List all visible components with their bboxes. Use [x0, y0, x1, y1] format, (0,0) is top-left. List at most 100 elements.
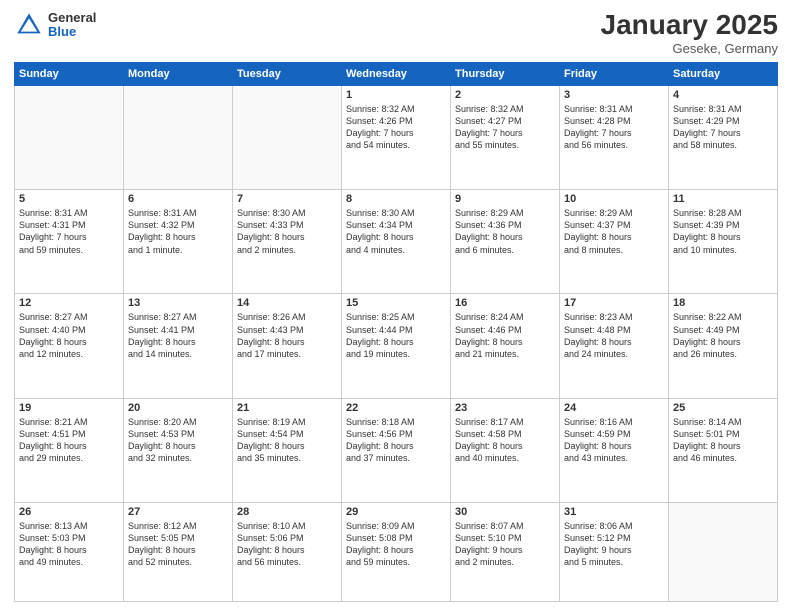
day-details: Sunrise: 8:16 AM Sunset: 4:59 PM Dayligh… — [564, 416, 664, 465]
table-row: 1 Sunrise: 8:32 AM Sunset: 4:26 PM Daylig… — [342, 85, 451, 189]
col-friday: Friday — [560, 62, 669, 85]
table-row: 17 Sunrise: 8:23 AM Sunset: 4:48 PM Dayli… — [560, 294, 669, 398]
day-number: 21 — [237, 402, 337, 414]
day-number: 11 — [673, 193, 773, 205]
day-number: 2 — [455, 89, 555, 101]
logo: General Blue — [14, 10, 96, 40]
table-row: 15Sunrise: 8:25 AM Sunset: 4:44 PM Dayli… — [342, 294, 451, 398]
day-number: 29 — [346, 506, 446, 518]
table-row: 19 Sunrise: 8:21 AM Sunset: 4:51 PM Dayli… — [15, 398, 124, 502]
table-row: 14 Sunrise: 8:26 AM Sunset: 4:43 PM Dayli… — [233, 294, 342, 398]
day-details: Sunrise: 8:07 AM Sunset: 5:10 PM Dayligh… — [455, 520, 555, 569]
day-number: 17 — [564, 297, 664, 309]
day-details: Sunrise: 8:06 AM Sunset: 5:12 PM Dayligh… — [564, 520, 664, 569]
table-row: 4 Sunrise: 8:31 AM Sunset: 4:29 PM Daylig… — [669, 85, 778, 189]
table-row: 20 Sunrise: 8:20 AM Sunset: 4:53 PM Dayli… — [124, 398, 233, 502]
day-number: 20 — [128, 402, 228, 414]
day-number: 7 — [237, 193, 337, 205]
day-details: Sunrise: 8:22 AM Sunset: 4:49 PM Dayligh… — [673, 311, 773, 360]
day-number: 6 — [128, 193, 228, 205]
calendar-title: January 2025 — [601, 10, 778, 41]
col-wednesday: Wednesday — [342, 62, 451, 85]
day-number: 25 — [673, 402, 773, 414]
table-row: 31Sunrise: 8:06 AM Sunset: 5:12 PM Dayli… — [560, 502, 669, 601]
day-number: 16 — [455, 297, 555, 309]
table-row: 30Sunrise: 8:07 AM Sunset: 5:10 PM Dayli… — [451, 502, 560, 601]
table-row: 7 Sunrise: 8:30 AM Sunset: 4:33 PM Daylig… — [233, 190, 342, 294]
day-number: 5 — [19, 193, 119, 205]
col-saturday: Saturday — [669, 62, 778, 85]
day-number: 9 — [455, 193, 555, 205]
day-details: Sunrise: 8:18 AM Sunset: 4:56 PM Dayligh… — [346, 416, 446, 465]
day-number: 8 — [346, 193, 446, 205]
day-number: 26 — [19, 506, 119, 518]
table-row: 16 Sunrise: 8:24 AM Sunset: 4:46 PM Dayli… — [451, 294, 560, 398]
day-details: Sunrise: 8:24 AM Sunset: 4:46 PM Dayligh… — [455, 311, 555, 360]
table-row: 21 Sunrise: 8:19 AM Sunset: 4:54 PM Dayli… — [233, 398, 342, 502]
table-row: 8Sunrise: 8:30 AM Sunset: 4:34 PM Daylig… — [342, 190, 451, 294]
day-details: Sunrise: 8:32 AM Sunset: 4:27 PM Dayligh… — [455, 103, 555, 152]
day-details: Sunrise: 8:31 AM Sunset: 4:29 PM Dayligh… — [673, 103, 773, 152]
table-row: 12 Sunrise: 8:27 AM Sunset: 4:40 PM Dayli… — [15, 294, 124, 398]
logo-icon — [14, 10, 44, 40]
day-details: Sunrise: 8:20 AM Sunset: 4:53 PM Dayligh… — [128, 416, 228, 465]
calendar-table: Sunday Monday Tuesday Wednesday Thursday… — [14, 62, 778, 602]
day-number: 15 — [346, 297, 446, 309]
calendar-header-row: Sunday Monday Tuesday Wednesday Thursday… — [15, 62, 778, 85]
day-number: 3 — [564, 89, 664, 101]
day-details: Sunrise: 8:29 AM Sunset: 4:36 PM Dayligh… — [455, 207, 555, 256]
day-details: Sunrise: 8:31 AM Sunset: 4:28 PM Dayligh… — [564, 103, 664, 152]
day-number: 14 — [237, 297, 337, 309]
day-number: 1 — [346, 89, 446, 101]
day-details: Sunrise: 8:32 AM Sunset: 4:26 PM Dayligh… — [346, 103, 446, 152]
table-row: 28Sunrise: 8:10 AM Sunset: 5:06 PM Dayli… — [233, 502, 342, 601]
day-number: 24 — [564, 402, 664, 414]
logo-blue-text: Blue — [48, 25, 96, 39]
table-row — [669, 502, 778, 601]
table-row: 6 Sunrise: 8:31 AM Sunset: 4:32 PM Daylig… — [124, 190, 233, 294]
table-row: 29 Sunrise: 8:09 AM Sunset: 5:08 PM Dayli… — [342, 502, 451, 601]
day-details: Sunrise: 8:23 AM Sunset: 4:48 PM Dayligh… — [564, 311, 664, 360]
calendar-week-row: 12 Sunrise: 8:27 AM Sunset: 4:40 PM Dayli… — [15, 294, 778, 398]
day-details: Sunrise: 8:26 AM Sunset: 4:43 PM Dayligh… — [237, 311, 337, 360]
table-row — [15, 85, 124, 189]
day-details: Sunrise: 8:21 AM Sunset: 4:51 PM Dayligh… — [19, 416, 119, 465]
header: General Blue January 2025 Geseke, German… — [14, 10, 778, 56]
table-row: 27Sunrise: 8:12 AM Sunset: 5:05 PM Dayli… — [124, 502, 233, 601]
logo-text: General Blue — [48, 11, 96, 40]
day-number: 22 — [346, 402, 446, 414]
table-row: 11Sunrise: 8:28 AM Sunset: 4:39 PM Dayli… — [669, 190, 778, 294]
day-details: Sunrise: 8:27 AM Sunset: 4:40 PM Dayligh… — [19, 311, 119, 360]
col-thursday: Thursday — [451, 62, 560, 85]
day-number: 19 — [19, 402, 119, 414]
table-row: 13Sunrise: 8:27 AM Sunset: 4:41 PM Dayli… — [124, 294, 233, 398]
table-row: 2 Sunrise: 8:32 AM Sunset: 4:27 PM Daylig… — [451, 85, 560, 189]
day-details: Sunrise: 8:12 AM Sunset: 5:05 PM Dayligh… — [128, 520, 228, 569]
day-details: Sunrise: 8:14 AM Sunset: 5:01 PM Dayligh… — [673, 416, 773, 465]
day-details: Sunrise: 8:29 AM Sunset: 4:37 PM Dayligh… — [564, 207, 664, 256]
day-number: 10 — [564, 193, 664, 205]
table-row: 26 Sunrise: 8:13 AM Sunset: 5:03 PM Dayli… — [15, 502, 124, 601]
table-row: 10 Sunrise: 8:29 AM Sunset: 4:37 PM Dayli… — [560, 190, 669, 294]
day-details: Sunrise: 8:10 AM Sunset: 5:06 PM Dayligh… — [237, 520, 337, 569]
day-details: Sunrise: 8:13 AM Sunset: 5:03 PM Dayligh… — [19, 520, 119, 569]
day-details: Sunrise: 8:31 AM Sunset: 4:32 PM Dayligh… — [128, 207, 228, 256]
table-row: 5Sunrise: 8:31 AM Sunset: 4:31 PM Daylig… — [15, 190, 124, 294]
day-details: Sunrise: 8:19 AM Sunset: 4:54 PM Dayligh… — [237, 416, 337, 465]
day-number: 23 — [455, 402, 555, 414]
day-number: 4 — [673, 89, 773, 101]
day-number: 12 — [19, 297, 119, 309]
day-details: Sunrise: 8:30 AM Sunset: 4:33 PM Dayligh… — [237, 207, 337, 256]
day-number: 13 — [128, 297, 228, 309]
col-sunday: Sunday — [15, 62, 124, 85]
day-number: 18 — [673, 297, 773, 309]
calendar-week-row: 5Sunrise: 8:31 AM Sunset: 4:31 PM Daylig… — [15, 190, 778, 294]
table-row: 9 Sunrise: 8:29 AM Sunset: 4:36 PM Daylig… — [451, 190, 560, 294]
table-row — [124, 85, 233, 189]
table-row: 24 Sunrise: 8:16 AM Sunset: 4:59 PM Dayli… — [560, 398, 669, 502]
col-tuesday: Tuesday — [233, 62, 342, 85]
calendar-week-row: 1 Sunrise: 8:32 AM Sunset: 4:26 PM Daylig… — [15, 85, 778, 189]
table-row: 25 Sunrise: 8:14 AM Sunset: 5:01 PM Dayli… — [669, 398, 778, 502]
title-block: January 2025 Geseke, Germany — [601, 10, 778, 56]
day-details: Sunrise: 8:09 AM Sunset: 5:08 PM Dayligh… — [346, 520, 446, 569]
